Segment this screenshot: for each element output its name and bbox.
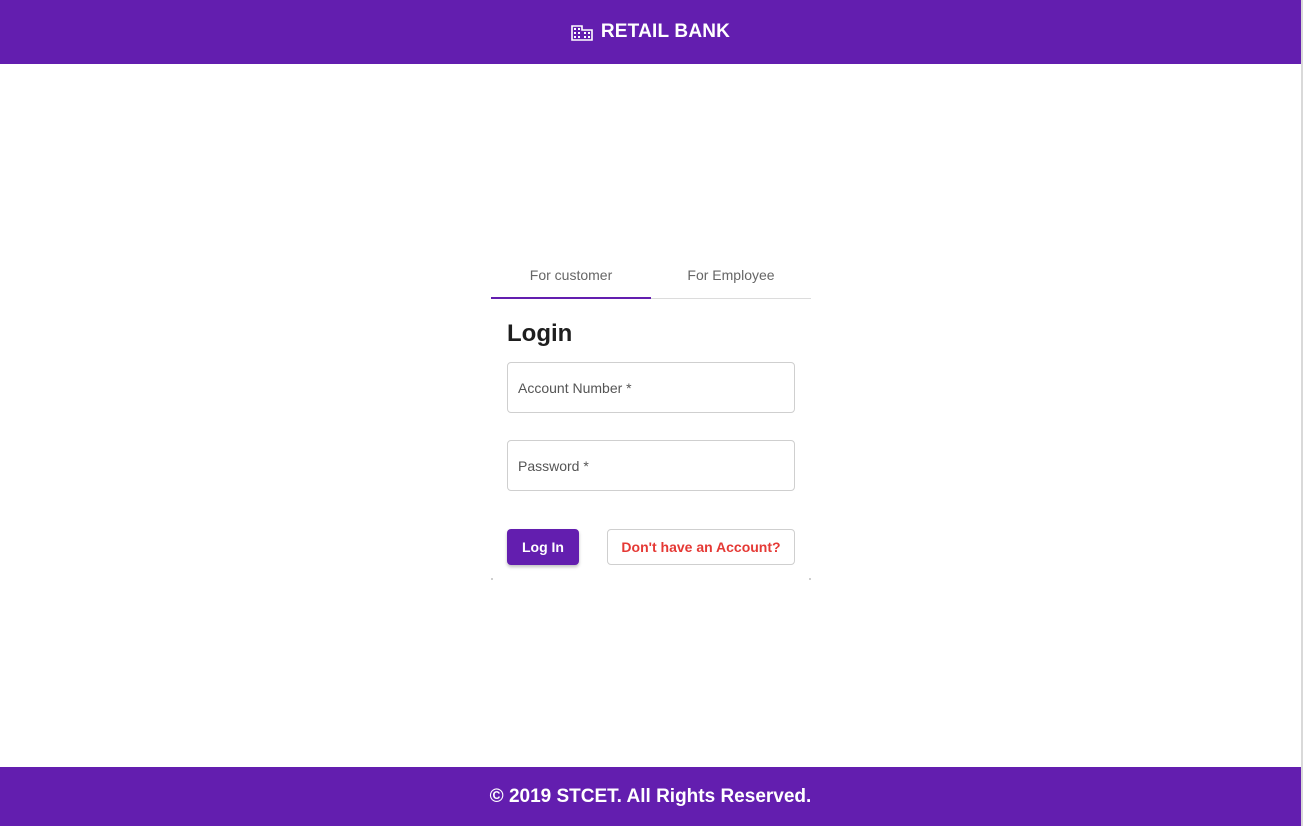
top-app-bar: RETAIL BANK — [0, 0, 1301, 64]
copyright-text: © 2019 STCET. All Rights Reserved. — [489, 785, 812, 807]
card-edge — [809, 578, 811, 580]
account-number-input[interactable] — [508, 363, 794, 412]
login-tabs: For customer For Employee — [491, 252, 811, 299]
app-title: RETAIL BANK — [600, 21, 731, 42]
log-in-button[interactable]: Log In — [507, 529, 579, 565]
brand[interactable]: RETAIL BANK — [571, 21, 730, 43]
tab-for-employee[interactable]: For Employee — [651, 252, 811, 298]
account-number-field — [507, 362, 795, 413]
create-account-button[interactable]: Don't have an Account? — [607, 529, 795, 565]
login-card: For customer For Employee Login Log In D… — [491, 252, 811, 580]
card-edge — [491, 578, 493, 580]
password-field — [507, 440, 795, 491]
password-input[interactable] — [508, 441, 794, 490]
page: RETAIL BANK For customer For Employee Lo… — [0, 0, 1303, 826]
footer: © 2019 STCET. All Rights Reserved. — [0, 767, 1301, 826]
login-heading: Login — [507, 320, 573, 347]
tab-for-customer[interactable]: For customer — [491, 252, 651, 299]
building-icon — [571, 23, 593, 41]
